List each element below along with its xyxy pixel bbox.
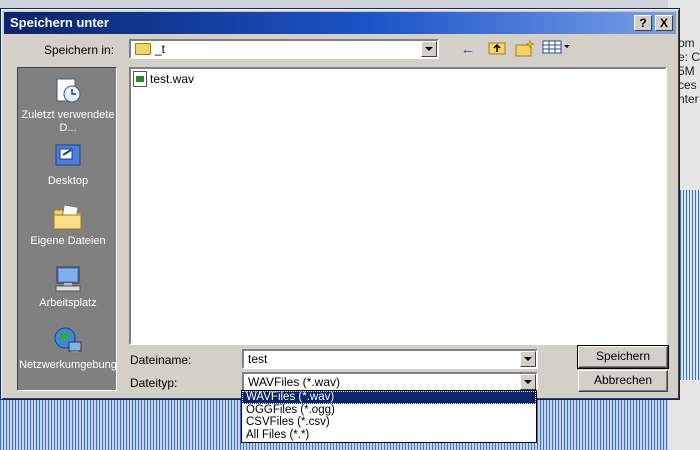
- help-button[interactable]: ?: [634, 15, 652, 31]
- my-documents-icon: [51, 202, 85, 232]
- dialog-title: Speichern unter: [10, 15, 109, 30]
- place-network[interactable]: Netzwerkumgebung: [18, 326, 118, 372]
- place-my-documents[interactable]: Eigene Dateien: [18, 202, 118, 248]
- background-text: 5M: [678, 64, 695, 78]
- view-menu-icon[interactable]: [541, 39, 573, 61]
- chevron-down-icon[interactable]: [520, 351, 536, 367]
- place-my-computer[interactable]: Arbeitsplatz: [18, 264, 118, 310]
- lookin-combo[interactable]: _t: [129, 39, 439, 59]
- audio-file-icon: [133, 71, 147, 87]
- background-text: nter: [678, 92, 699, 106]
- my-computer-icon: [51, 264, 85, 294]
- lookin-label: Speichern in:: [44, 43, 115, 57]
- background-text: ces: [678, 78, 697, 92]
- background-waveform-right: [680, 190, 700, 380]
- place-label: Zuletzt verwendete D...: [21, 109, 115, 134]
- folder-icon: [135, 43, 151, 55]
- network-icon: [51, 326, 85, 356]
- place-label: Eigene Dateien: [30, 235, 106, 247]
- save-as-dialog: Speichern unter ? X Speichern in: _t ← Z…: [0, 8, 680, 400]
- places-bar: Zuletzt verwendete D... Desktop Eigene D…: [17, 67, 117, 391]
- filetype-value: WAVFiles (*.wav): [248, 375, 341, 389]
- new-folder-icon[interactable]: [513, 39, 537, 61]
- filetype-option-ogg[interactable]: OGGFiles (*.ogg): [242, 404, 536, 417]
- filetype-dropdown-list: WAVFiles (*.wav) OGGFiles (*.ogg) CSVFil…: [241, 390, 537, 443]
- place-desktop[interactable]: Desktop: [18, 142, 118, 188]
- place-recent[interactable]: Zuletzt verwendete D...: [18, 76, 118, 135]
- lookin-value: _t: [155, 42, 166, 56]
- background-text: om: [678, 36, 695, 50]
- filetype-option-csv[interactable]: CSVFiles (*.csv): [242, 416, 536, 429]
- background-text: e: C: [678, 50, 700, 64]
- list-item[interactable]: test.wav: [133, 71, 194, 87]
- recent-documents-icon: [51, 76, 85, 106]
- chevron-down-icon[interactable]: [520, 374, 536, 390]
- up-folder-icon[interactable]: [485, 39, 509, 61]
- dialog-titlebar[interactable]: Speichern unter ? X: [4, 12, 676, 34]
- filetype-option-all[interactable]: All Files (*.*): [242, 429, 536, 442]
- filename-label: Dateiname:: [130, 353, 192, 367]
- close-button[interactable]: X: [655, 15, 673, 31]
- place-label: Arbeitsplatz: [39, 297, 97, 309]
- chevron-down-icon[interactable]: [421, 41, 437, 57]
- filetype-option-wav[interactable]: WAVFiles (*.wav): [242, 391, 536, 404]
- place-label: Desktop: [47, 175, 89, 187]
- filename-field[interactable]: test: [242, 349, 538, 369]
- filetype-select[interactable]: WAVFiles (*.wav): [242, 372, 538, 392]
- filename-value: test: [248, 352, 268, 366]
- desktop-icon: [51, 142, 85, 172]
- place-label: Netzwerkumgebung: [19, 359, 117, 371]
- back-arrow-icon[interactable]: ←: [456, 39, 480, 61]
- file-name: test.wav: [150, 72, 195, 86]
- cancel-button[interactable]: Abbrechen: [578, 370, 668, 392]
- filetype-label: Dateityp:: [130, 376, 178, 390]
- save-button[interactable]: Speichern: [577, 345, 669, 369]
- file-list[interactable]: test.wav: [129, 67, 667, 345]
